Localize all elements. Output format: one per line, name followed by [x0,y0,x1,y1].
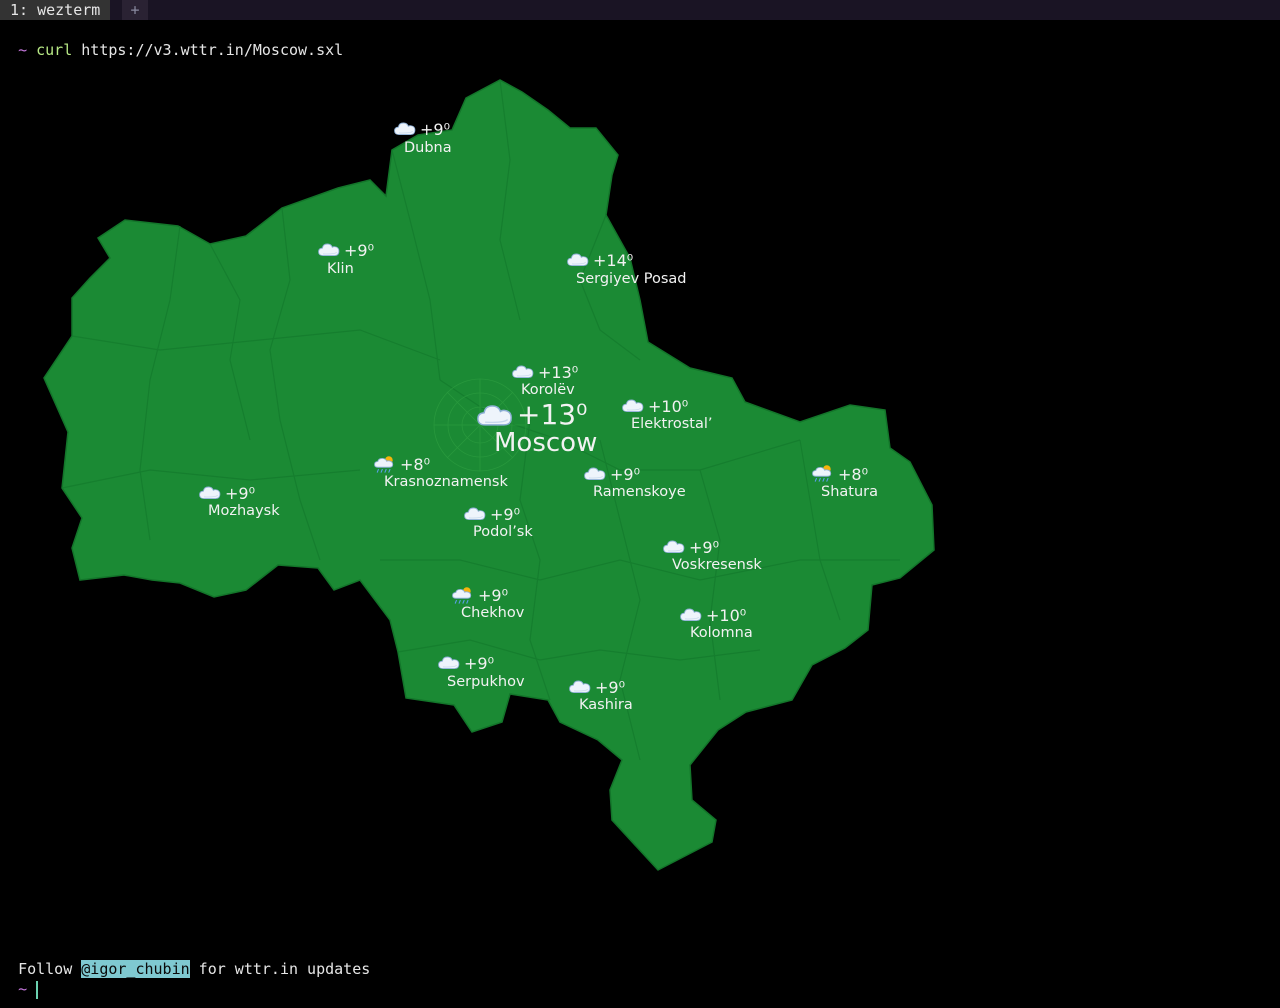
city-name: Chekhov [461,605,525,621]
city-name: Kashira [579,697,633,713]
cloud-icon [394,122,416,136]
city-name: Mozhaysk [208,503,280,519]
city-marker-dubna: +9⁰ Dubna [394,120,452,156]
main-city-name: Moscow [494,428,597,458]
city-name: Krasnoznamensk [384,474,508,490]
city-name: Ramenskoye [593,484,686,500]
twitter-handle-link[interactable]: @igor_chubin [81,960,190,978]
city-temp: +13⁰ [538,363,578,382]
city-name: Voskresensk [672,557,762,573]
prompt-symbol-2: ~ [18,980,28,998]
city-temp: +8⁰ [400,455,430,474]
city-name: Elektrostal’ [631,416,712,432]
city-name: Kolomna [690,625,753,641]
main-city-temp: +13⁰ [517,398,587,431]
city-temp: +9⁰ [478,586,508,605]
tab-wezterm[interactable]: 1: wezterm [0,0,111,20]
city-temp: +9⁰ [610,465,640,484]
city-temp: +9⁰ [464,654,494,673]
city-temp: +8⁰ [838,465,868,484]
city-temp: +9⁰ [225,484,255,503]
city-temp: +10⁰ [706,606,746,625]
city-name: Serpukhov [447,674,525,690]
footer-line: Follow @igor_chubin for wttr.in updates [0,939,370,978]
city-name: Podol’sk [473,524,533,540]
city-name: Sergiyev Posad [576,271,687,287]
city-temp: +9⁰ [689,538,719,557]
city-name: Shatura [821,484,878,500]
text-cursor [36,980,39,999]
new-tab-button[interactable]: + [122,0,148,20]
footer-suffix: for wttr.in updates [189,960,371,978]
city-temp: +9⁰ [490,505,520,524]
city-name: Klin [327,261,354,277]
city-temp: +9⁰ [420,120,450,139]
tab-bar: 1: wezterm + [0,0,1280,20]
city-name: Korolëv [521,382,575,398]
city-name: Dubna [404,140,452,156]
prompt-line[interactable]: ~ [0,959,39,999]
city-temp: +10⁰ [648,397,688,416]
moscow-oblast-map: +9⁰ Dubna +9⁰ Klin +14⁰ Sergiyev Posad +… [43,79,935,871]
city-temp: +14⁰ [593,251,633,270]
city-temp: +9⁰ [595,678,625,697]
city-marker-moscow: +13⁰ Moscow [477,398,597,458]
city-temp: +9⁰ [344,241,374,260]
